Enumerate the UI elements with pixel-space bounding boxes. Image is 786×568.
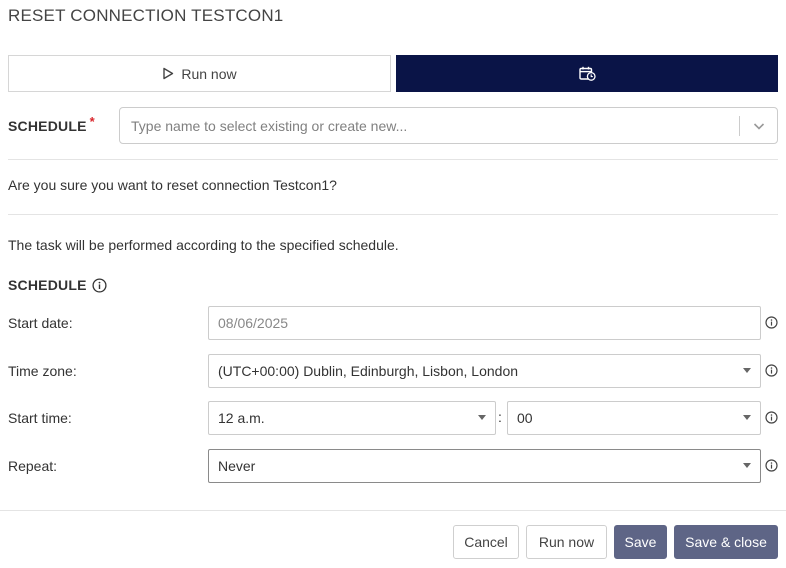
- start-time-label: Start time:: [8, 410, 72, 426]
- time-zone-value: (UTC+00:00) Dublin, Edinburgh, Lisbon, L…: [218, 363, 519, 379]
- repeat-value: Never: [218, 458, 256, 474]
- mode-tabs: Run now: [8, 55, 778, 92]
- calendar-clock-icon: [578, 66, 596, 81]
- info-icon[interactable]: [765, 364, 778, 377]
- schedule-info-message: The task will be performed according to …: [8, 237, 399, 253]
- info-icon[interactable]: [92, 277, 107, 293]
- save-button[interactable]: Save: [614, 525, 667, 559]
- play-icon: [163, 67, 174, 80]
- dropdown-arrow-icon: [478, 415, 486, 420]
- start-time-minute-select[interactable]: 00: [507, 401, 761, 435]
- schedule-select-label-text: SCHEDULE: [8, 118, 87, 134]
- combo-separator: [739, 116, 740, 136]
- chevron-down-icon[interactable]: [752, 119, 766, 133]
- start-time-minute-value: 00: [517, 410, 533, 426]
- save-close-button[interactable]: Save & close: [674, 525, 778, 559]
- repeat-label: Repeat:: [8, 458, 58, 474]
- time-zone-select[interactable]: (UTC+00:00) Dublin, Edinburgh, Lisbon, L…: [208, 354, 761, 388]
- confirm-message: Are you sure you want to reset connectio…: [8, 177, 337, 193]
- schedule-combobox[interactable]: [119, 107, 778, 144]
- info-icon[interactable]: [765, 411, 778, 424]
- schedule-search-input[interactable]: [120, 108, 720, 143]
- divider: [8, 159, 778, 160]
- time-separator: :: [498, 409, 502, 425]
- time-zone-label: Time zone:: [8, 363, 77, 379]
- run-now-button[interactable]: Run now: [526, 525, 607, 559]
- schedule-section-heading-text: SCHEDULE: [8, 277, 87, 293]
- repeat-select[interactable]: Never: [208, 449, 761, 483]
- start-date-value: 08/06/2025: [218, 315, 289, 331]
- start-date-input[interactable]: 08/06/2025: [208, 306, 761, 340]
- tab-run-now[interactable]: Run now: [8, 55, 391, 92]
- tab-run-now-label: Run now: [181, 65, 237, 82]
- info-icon[interactable]: [765, 316, 778, 329]
- schedule-select-label: SCHEDULE *: [8, 114, 95, 134]
- start-date-label: Start date:: [8, 315, 73, 331]
- start-time-hour-select[interactable]: 12 a.m.: [208, 401, 496, 435]
- info-icon[interactable]: [765, 459, 778, 472]
- start-time-hour-value: 12 a.m.: [218, 410, 265, 426]
- footer-divider: [0, 510, 786, 511]
- tab-schedule[interactable]: [396, 55, 778, 92]
- dropdown-arrow-icon: [743, 368, 751, 373]
- required-mark: *: [89, 114, 95, 129]
- dialog-title: RESET CONNECTION TESTCON1: [8, 6, 284, 25]
- divider: [8, 214, 778, 215]
- schedule-section-heading: SCHEDULE: [8, 277, 107, 293]
- dropdown-arrow-icon: [743, 463, 751, 468]
- cancel-button[interactable]: Cancel: [453, 525, 519, 559]
- dropdown-arrow-icon: [743, 415, 751, 420]
